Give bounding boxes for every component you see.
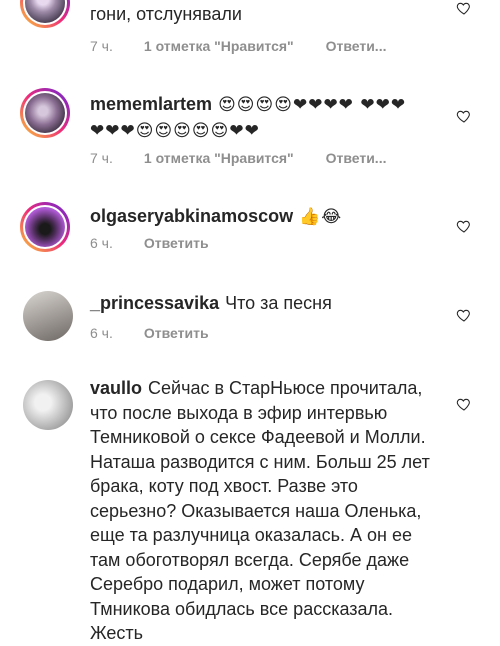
- comment-time: 7 ч.: [90, 38, 113, 54]
- heart-outline-icon[interactable]: [456, 396, 472, 412]
- comment-text: vaullo Сейчас в СтарНьюсе прочитала, что …: [90, 378, 430, 643]
- comment-meta: 6 ч. Ответить: [90, 235, 209, 251]
- comment-item: _princessavika Что за песня 6 ч. Ответить: [0, 287, 500, 357]
- comment-text: гони, отслунявали: [90, 4, 242, 24]
- comment-item: mememlartem 😍😍😍😍❤❤❤❤ ❤❤❤❤❤❤😍😍😍😍😍❤❤ 7 ч. 1…: [0, 88, 500, 178]
- comment-meta: 7 ч. 1 отметка "Нравится" Ответи...: [90, 38, 386, 54]
- avatar[interactable]: [23, 380, 73, 430]
- avatar[interactable]: [20, 0, 70, 28]
- comment-item: olgaseryabkinamoscow 👍😂 6 ч. Ответить: [0, 200, 500, 270]
- avatar[interactable]: [20, 202, 70, 252]
- comment-time: 6 ч.: [90, 325, 113, 341]
- comment-meta: 7 ч. 1 отметка "Нравится" Ответи...: [90, 150, 386, 166]
- likes-count-link[interactable]: 1 отметка "Нравится": [144, 38, 294, 54]
- avatar[interactable]: [23, 291, 73, 341]
- likes-count-link[interactable]: 1 отметка "Нравится": [144, 150, 294, 166]
- comment-time: 6 ч.: [90, 235, 113, 251]
- comment-item: гони, отслунявали 7 ч. 1 отметка "Нравит…: [0, 0, 500, 70]
- heart-outline-icon[interactable]: [456, 108, 472, 124]
- comment-username[interactable]: _princessavika: [90, 293, 219, 313]
- reply-button[interactable]: Ответить: [144, 325, 209, 341]
- heart-outline-icon[interactable]: [456, 0, 472, 16]
- comment-text: _princessavika Что за песня: [90, 293, 332, 313]
- reply-button[interactable]: Ответи...: [326, 38, 387, 54]
- comment-username[interactable]: olgaseryabkinamoscow: [90, 206, 293, 226]
- comment-text: olgaseryabkinamoscow 👍😂: [90, 206, 343, 227]
- comment-time: 7 ч.: [90, 150, 113, 166]
- comment-username[interactable]: mememlartem: [90, 94, 212, 114]
- heart-outline-icon[interactable]: [456, 307, 472, 323]
- comment-text: mememlartem 😍😍😍😍❤❤❤❤ ❤❤❤❤❤❤😍😍😍😍😍❤❤: [90, 94, 407, 141]
- comment-item: vaullo Сейчас в СтарНьюсе прочитала, что …: [0, 372, 500, 643]
- reply-button[interactable]: Ответи...: [326, 150, 387, 166]
- reply-button[interactable]: Ответить: [144, 235, 209, 251]
- heart-outline-icon[interactable]: [456, 218, 472, 234]
- avatar[interactable]: [20, 88, 70, 138]
- comment-username[interactable]: vaullo: [90, 378, 142, 398]
- comment-meta: 6 ч. Ответить: [90, 325, 209, 341]
